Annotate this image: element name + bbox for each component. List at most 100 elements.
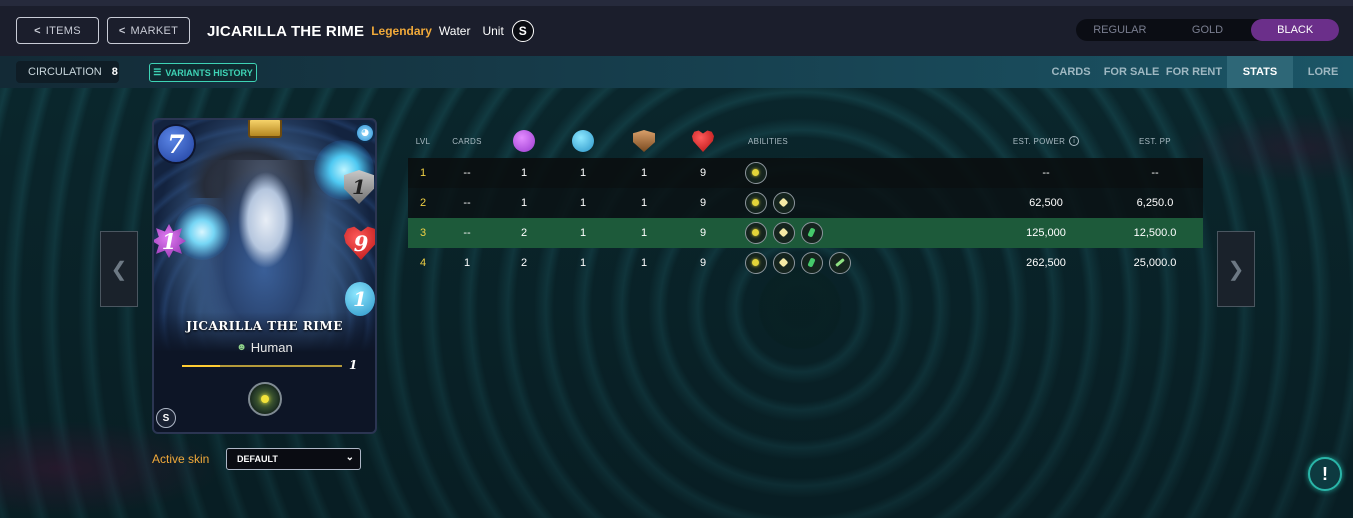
blade-ability-icon[interactable] xyxy=(829,252,851,274)
speed-cell: 1 xyxy=(579,257,587,269)
magic-cell: 1 xyxy=(520,167,528,179)
level-cell: 1 xyxy=(419,167,427,179)
armor-cell: 1 xyxy=(640,257,648,269)
col-speed-header xyxy=(572,124,594,158)
armor-cell: 1 xyxy=(640,197,648,209)
unit-type-icon: S xyxy=(511,20,534,42)
sleeping-ability-icon[interactable] xyxy=(745,222,767,244)
col-lvl-header: LVL xyxy=(415,136,431,146)
cards-cell: -- xyxy=(463,227,471,239)
table-row: 1 -- 1 1 1 9 -- -- xyxy=(408,158,1203,188)
items-label: ITEMS xyxy=(45,24,81,37)
magic-cell: 1 xyxy=(520,197,528,209)
water-element-icon: ◕ xyxy=(355,123,375,143)
est-pp-cell: 25,000.0 xyxy=(1133,257,1177,269)
chevron-left-icon: ❮ xyxy=(110,258,128,281)
magic-attack-badge: 1 xyxy=(154,224,186,258)
col-cards-header: CARDS xyxy=(452,136,482,146)
magic-attack-icon xyxy=(513,130,535,152)
human-race-icon: ☻ xyxy=(236,342,247,353)
armor-icon xyxy=(633,130,655,152)
est-power-cell: -- xyxy=(1042,167,1050,179)
speed-icon xyxy=(572,130,594,152)
tab-stats[interactable]: STATS xyxy=(1227,56,1293,88)
abilities-cell xyxy=(745,218,945,248)
circulation-value: 8 xyxy=(111,66,118,78)
circulation-label: CIRCULATION xyxy=(28,66,102,78)
tab-lore[interactable]: LORE xyxy=(1293,56,1353,88)
health-cell: 9 xyxy=(699,257,707,269)
sparkle-ability-icon[interactable] xyxy=(773,252,795,274)
health-cell: 9 xyxy=(699,167,707,179)
card-level: 1 xyxy=(349,358,358,372)
card-title-group: JICARILLA THE RIME Legendary Water Unit … xyxy=(207,19,534,43)
est-power-label: EST. POWER xyxy=(1012,136,1066,146)
market-label: MARKET xyxy=(130,24,179,37)
table-row: 4 1 2 1 1 9 262,500 25,000.0 xyxy=(408,248,1203,278)
card-race: ☻ Human xyxy=(154,340,375,355)
rarity-gem-icon xyxy=(248,120,282,138)
list-icon: ☰ xyxy=(153,67,162,77)
col-health-header xyxy=(692,124,714,158)
tab-bar: CARDS FOR SALE FOR RENT STATS LORE xyxy=(1040,56,1353,88)
est-power-cell: 62,500 xyxy=(1029,197,1063,209)
armor-cell: 1 xyxy=(640,227,648,239)
variant-regular-option[interactable]: REGULAR xyxy=(1076,19,1164,41)
est-pp-cell: 12,500.0 xyxy=(1133,227,1177,239)
help-button[interactable]: ! xyxy=(1308,457,1342,491)
magic-cell: 2 xyxy=(520,257,528,269)
market-back-button[interactable]: < MARKET xyxy=(107,17,190,44)
sparkle-ability-icon[interactable] xyxy=(773,192,795,214)
variant-black-option[interactable]: BLACK xyxy=(1251,19,1340,41)
variant-gold-option[interactable]: GOLD xyxy=(1164,19,1252,41)
items-back-button[interactable]: < ITEMS xyxy=(16,17,99,44)
exclamation-icon: ! xyxy=(1322,463,1328,484)
cards-cell: 1 xyxy=(463,257,471,269)
circulation-badge: CIRCULATION 8 xyxy=(16,61,119,83)
sleeping-ability-icon[interactable] xyxy=(745,162,767,184)
variant-toggle: REGULAR GOLD BLACK xyxy=(1076,19,1340,41)
next-card-button[interactable]: ❯ xyxy=(1217,231,1255,307)
top-bar: < ITEMS < MARKET JICARILLA THE RIME Lege… xyxy=(0,0,1353,56)
variants-history-button[interactable]: ☰ VARIANTS HISTORY xyxy=(149,63,257,82)
tab-cards[interactable]: CARDS xyxy=(1040,56,1102,88)
tab-for-rent[interactable]: FOR RENT xyxy=(1161,56,1227,88)
speed-cell: 1 xyxy=(579,167,587,179)
shield-ability-icon[interactable] xyxy=(801,222,823,244)
card-ability-icon xyxy=(248,382,282,416)
mana-cost-badge: 7 xyxy=(156,124,196,164)
speed-cell: 1 xyxy=(579,227,587,239)
card-name: JICARILLA THE RIME xyxy=(186,319,343,333)
shield-ability-icon[interactable] xyxy=(801,252,823,274)
speed-badge: 1 xyxy=(345,282,375,316)
level-progress-fill xyxy=(182,365,220,367)
sleeping-ability-icon[interactable] xyxy=(745,252,767,274)
health-cell: 9 xyxy=(699,197,707,209)
active-skin-label: Active skin xyxy=(152,452,210,466)
abilities-cell xyxy=(745,188,945,218)
sparkle-ability-icon[interactable] xyxy=(773,222,795,244)
previous-card-button[interactable]: ❮ xyxy=(100,231,138,307)
cards-cell: -- xyxy=(463,197,471,209)
level-cell: 4 xyxy=(419,257,427,269)
armor-cell: 1 xyxy=(640,167,648,179)
col-magic-header xyxy=(513,124,535,158)
card-set-icon: S xyxy=(156,408,176,428)
card-image: 7 ◕ 1 1 9 1 JICARILLA THE RIME ☻ Human 1… xyxy=(152,118,377,434)
sleeping-ability-icon[interactable] xyxy=(745,192,767,214)
ice-magic-glow xyxy=(174,204,230,260)
stats-table-header: LVL CARDS ABILITIES EST. POWER i EST. PP xyxy=(408,124,1203,158)
abilities-cell xyxy=(745,158,945,188)
magic-cell: 2 xyxy=(520,227,528,239)
tab-for-sale[interactable]: FOR SALE xyxy=(1102,56,1161,88)
table-row: 2 -- 1 1 1 9 62,500 6,250.0 xyxy=(408,188,1203,218)
health-badge: 9 xyxy=(344,226,375,260)
est-pp-cell: 6,250.0 xyxy=(1136,197,1174,209)
info-icon[interactable]: i xyxy=(1069,136,1080,146)
chevron-left-icon: < xyxy=(118,24,126,37)
skin-select[interactable]: DEFAULT ⌄ xyxy=(226,448,361,470)
health-icon xyxy=(692,130,714,152)
col-armor-header xyxy=(633,124,655,158)
skin-select-value: DEFAULT xyxy=(237,454,278,464)
chevron-down-icon: ⌄ xyxy=(345,452,354,463)
